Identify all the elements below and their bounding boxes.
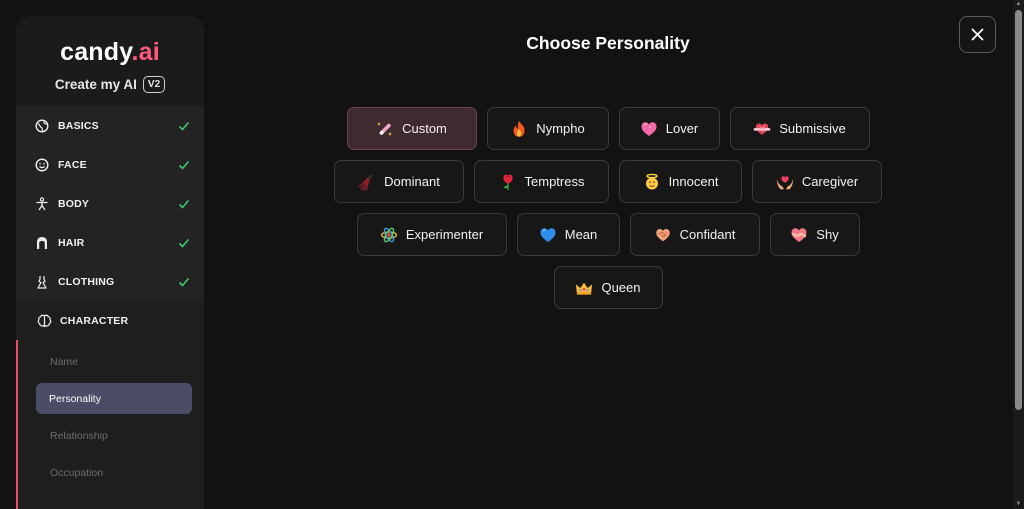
create-subtitle: Create my AI V2 bbox=[54, 76, 166, 93]
check-icon bbox=[178, 238, 190, 248]
step-clothing[interactable]: CLOTHING bbox=[16, 262, 204, 301]
magic-wand-icon bbox=[377, 121, 393, 136]
smiley-icon bbox=[34, 157, 50, 173]
handshake-heart-icon bbox=[655, 228, 670, 241]
rose-icon bbox=[502, 174, 513, 190]
options-row: Custom Nympho Lover Submissive bbox=[330, 107, 886, 150]
brain-icon bbox=[36, 313, 52, 329]
substep-name[interactable]: Name bbox=[36, 346, 192, 377]
hands-heart-icon bbox=[776, 175, 793, 189]
option-temptress[interactable]: Temptress bbox=[474, 160, 609, 203]
options-row: Queen bbox=[330, 266, 886, 309]
option-custom[interactable]: Custom bbox=[346, 107, 477, 150]
logo[interactable]: candy.ai bbox=[60, 38, 160, 66]
option-mean[interactable]: Mean bbox=[516, 213, 620, 256]
close-icon bbox=[971, 28, 984, 41]
option-queen[interactable]: Queen bbox=[553, 266, 663, 309]
option-confidant[interactable]: Confidant bbox=[629, 213, 760, 256]
blushing-heart-icon bbox=[791, 227, 807, 242]
close-button[interactable] bbox=[959, 16, 996, 53]
substep-occupation[interactable]: Occupation bbox=[36, 457, 192, 488]
page-title: Choose Personality bbox=[526, 33, 690, 53]
options-row: Experimenter Mean Confidant Shy bbox=[330, 213, 886, 256]
heart-ribbon-icon bbox=[754, 123, 771, 135]
step-character[interactable]: CHARACTER bbox=[16, 301, 204, 340]
atom-icon bbox=[380, 227, 397, 242]
dress-icon bbox=[34, 274, 50, 290]
option-innocent[interactable]: Innocent bbox=[619, 160, 742, 203]
substep-relationship[interactable]: Relationship bbox=[36, 420, 192, 451]
active-step-panel: CHARACTER Name Personality Relationship … bbox=[16, 301, 204, 509]
person-icon bbox=[34, 196, 50, 212]
fire-icon bbox=[513, 120, 525, 137]
step-hair[interactable]: HAIR bbox=[16, 223, 204, 262]
globe-icon bbox=[34, 118, 50, 134]
version-badge: V2 bbox=[142, 76, 166, 93]
options-row: Dominant Temptress Innocent Caregiver bbox=[330, 160, 886, 203]
scroll-up-arrow[interactable]: ▲ bbox=[1015, 1, 1022, 8]
check-icon bbox=[178, 121, 190, 131]
check-icon bbox=[178, 160, 190, 170]
sidebar: candy.ai Create my AI V2 BASICS FACE BOD bbox=[16, 16, 204, 509]
option-shy[interactable]: Shy bbox=[769, 213, 860, 256]
check-icon bbox=[178, 277, 190, 287]
option-dominant[interactable]: Dominant bbox=[334, 160, 464, 203]
subtitle-text: Create my AI bbox=[54, 77, 137, 92]
option-lover[interactable]: Lover bbox=[618, 107, 720, 150]
hair-icon bbox=[34, 235, 50, 251]
crown-icon bbox=[576, 282, 593, 295]
whip-icon bbox=[358, 173, 374, 191]
step-list: BASICS FACE BODY HAIR CLOTHING CHARACTER… bbox=[16, 106, 204, 509]
option-experimenter[interactable]: Experimenter bbox=[356, 213, 507, 256]
check-icon bbox=[178, 199, 190, 209]
substep-personality[interactable]: Personality bbox=[36, 383, 192, 414]
option-caregiver[interactable]: Caregiver bbox=[752, 160, 882, 203]
step-basics[interactable]: BASICS bbox=[16, 106, 204, 145]
personality-options: Custom Nympho Lover Submissive Dominant … bbox=[330, 107, 886, 319]
blue-heart-icon bbox=[540, 227, 556, 242]
angel-icon bbox=[645, 173, 658, 189]
brand-header: candy.ai Create my AI V2 bbox=[16, 16, 204, 106]
step-face[interactable]: FACE bbox=[16, 145, 204, 184]
page-scrollbar[interactable]: ▲ ▼ bbox=[1013, 0, 1024, 509]
scroll-down-arrow[interactable]: ▼ bbox=[1015, 501, 1022, 508]
option-submissive[interactable]: Submissive bbox=[729, 107, 870, 150]
step-body[interactable]: BODY bbox=[16, 184, 204, 223]
option-nympho[interactable]: Nympho bbox=[486, 107, 609, 150]
scroll-thumb[interactable] bbox=[1015, 10, 1022, 410]
heart-icon bbox=[641, 121, 657, 136]
